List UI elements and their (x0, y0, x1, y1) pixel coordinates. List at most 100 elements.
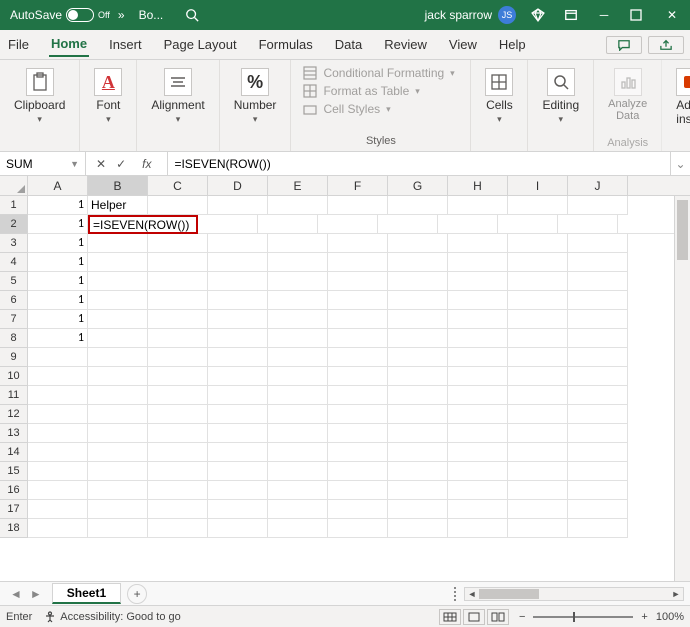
cell-D2[interactable] (258, 215, 318, 234)
cell-C3[interactable] (148, 234, 208, 253)
col-header-A[interactable]: A (28, 176, 88, 195)
cell-I15[interactable] (508, 462, 568, 481)
formula-input[interactable]: =ISEVEN(ROW()) (168, 157, 670, 171)
cell-C12[interactable] (148, 405, 208, 424)
cell-G17[interactable] (388, 500, 448, 519)
cell-C18[interactable] (148, 519, 208, 538)
cell-B18[interactable] (88, 519, 148, 538)
vertical-scrollbar[interactable] (674, 196, 690, 581)
cell-C5[interactable] (148, 272, 208, 291)
maximize-button[interactable] (630, 9, 646, 21)
cell-E8[interactable] (268, 329, 328, 348)
conditional-formatting-button[interactable]: Conditional Formatting▾ (303, 66, 454, 80)
cell-H8[interactable] (448, 329, 508, 348)
cell-F6[interactable] (328, 291, 388, 310)
expand-formula-bar-icon[interactable]: ⌄ (670, 152, 690, 175)
cell-H11[interactable] (448, 386, 508, 405)
share-button[interactable] (648, 36, 684, 54)
cell-A8[interactable]: 1 (28, 329, 88, 348)
cell-G10[interactable] (388, 367, 448, 386)
cell-H5[interactable] (448, 272, 508, 291)
cell-E6[interactable] (268, 291, 328, 310)
cell-H4[interactable] (448, 253, 508, 272)
cell-D16[interactable] (208, 481, 268, 500)
cell-E3[interactable] (268, 234, 328, 253)
cell-D9[interactable] (208, 348, 268, 367)
cell-J6[interactable] (568, 291, 628, 310)
cell-J13[interactable] (568, 424, 628, 443)
cell-I10[interactable] (508, 367, 568, 386)
cell-J11[interactable] (568, 386, 628, 405)
row-header-3[interactable]: 3 (0, 234, 28, 253)
cell-E2[interactable] (318, 215, 378, 234)
row-header-7[interactable]: 7 (0, 310, 28, 329)
row-header-8[interactable]: 8 (0, 329, 28, 348)
cell-F18[interactable] (328, 519, 388, 538)
cell-H2[interactable] (498, 215, 558, 234)
accessibility-status[interactable]: Accessibility: Good to go (44, 611, 180, 623)
cell-B5[interactable] (88, 272, 148, 291)
cell-A18[interactable] (28, 519, 88, 538)
view-normal-button[interactable] (439, 609, 461, 625)
col-header-I[interactable]: I (508, 176, 568, 195)
cell-E4[interactable] (268, 253, 328, 272)
col-header-C[interactable]: C (148, 176, 208, 195)
cell-F4[interactable] (328, 253, 388, 272)
cell-C17[interactable] (148, 500, 208, 519)
cell-E1[interactable] (268, 196, 328, 215)
zoom-in-button[interactable]: + (641, 611, 647, 623)
cell-H12[interactable] (448, 405, 508, 424)
cell-B10[interactable] (88, 367, 148, 386)
clipboard-button[interactable]: Clipboard ▾ (10, 64, 69, 129)
cell-I8[interactable] (508, 329, 568, 348)
view-page-layout-button[interactable] (463, 609, 485, 625)
alignment-button[interactable]: Alignment ▾ (147, 64, 208, 129)
cell-E11[interactable] (268, 386, 328, 405)
cell-A13[interactable] (28, 424, 88, 443)
cell-F15[interactable] (328, 462, 388, 481)
cell-G3[interactable] (388, 234, 448, 253)
view-page-break-button[interactable] (487, 609, 509, 625)
cell-G5[interactable] (388, 272, 448, 291)
row-header-17[interactable]: 17 (0, 500, 28, 519)
cell-I13[interactable] (508, 424, 568, 443)
cell-J8[interactable] (568, 329, 628, 348)
cell-H6[interactable] (448, 291, 508, 310)
cell-J18[interactable] (568, 519, 628, 538)
cell-E16[interactable] (268, 481, 328, 500)
sheet-nav-prev-icon[interactable]: ◄ (10, 587, 22, 601)
cell-J4[interactable] (568, 253, 628, 272)
cell-B15[interactable] (88, 462, 148, 481)
col-header-G[interactable]: G (388, 176, 448, 195)
row-header-2[interactable]: 2 (0, 215, 28, 234)
cell-H3[interactable] (448, 234, 508, 253)
cell-H7[interactable] (448, 310, 508, 329)
scroll-right-icon[interactable]: ► (669, 589, 683, 599)
comments-button[interactable] (606, 36, 642, 54)
cell-D8[interactable] (208, 329, 268, 348)
cell-E5[interactable] (268, 272, 328, 291)
cell-I3[interactable] (508, 234, 568, 253)
quick-access-more-icon[interactable]: » (118, 8, 125, 22)
cell-I1[interactable] (508, 196, 568, 215)
row-header-11[interactable]: 11 (0, 386, 28, 405)
cell-F5[interactable] (328, 272, 388, 291)
cell-H1[interactable] (448, 196, 508, 215)
zoom-slider[interactable] (533, 616, 633, 618)
row-header-1[interactable]: 1 (0, 196, 28, 215)
cell-A15[interactable] (28, 462, 88, 481)
cancel-formula-icon[interactable]: ✕ (96, 157, 106, 171)
cell-A17[interactable] (28, 500, 88, 519)
cell-D5[interactable] (208, 272, 268, 291)
zoom-out-button[interactable]: − (519, 611, 525, 623)
cell-H17[interactable] (448, 500, 508, 519)
cell-G15[interactable] (388, 462, 448, 481)
cell-E18[interactable] (268, 519, 328, 538)
col-header-J[interactable]: J (568, 176, 628, 195)
cell-A5[interactable]: 1 (28, 272, 88, 291)
cell-F8[interactable] (328, 329, 388, 348)
cell-C4[interactable] (148, 253, 208, 272)
cell-B7[interactable] (88, 310, 148, 329)
cell-D14[interactable] (208, 443, 268, 462)
cell-J12[interactable] (568, 405, 628, 424)
